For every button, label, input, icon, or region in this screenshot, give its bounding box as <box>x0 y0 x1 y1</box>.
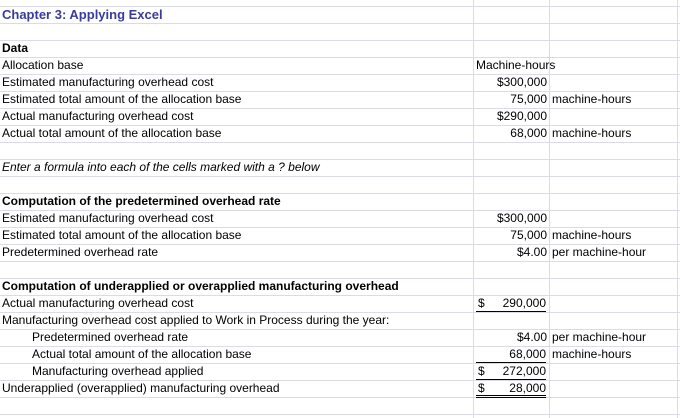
instruction-text: Enter a formula into each of the cells m… <box>2 160 320 174</box>
cell-unit: machine-hours <box>552 92 632 106</box>
section-header-predetermined: Computation of the predetermined overhea… <box>2 194 281 208</box>
row-label: Allocation base <box>2 58 84 72</box>
gridline <box>0 23 680 24</box>
row-label: Estimated total amount of the allocation… <box>2 228 242 242</box>
row-label: Manufacturing overhead cost applied to W… <box>2 313 390 327</box>
section-header-applied: Computation of underapplied or overappli… <box>2 279 399 293</box>
cell-value[interactable]: $300,000 <box>474 74 547 91</box>
row-label: Estimated manufacturing overhead cost <box>2 211 214 225</box>
cell-amount: 272,000 <box>502 364 546 378</box>
cell-unit: machine-hours <box>552 126 632 140</box>
cell-value[interactable]: 75,000 <box>474 91 547 108</box>
row-label: Manufacturing overhead applied <box>32 364 204 378</box>
cell-value[interactable]: 68,000 <box>476 346 546 363</box>
cell-value[interactable]: $ 28,000 <box>476 380 546 398</box>
row-label: Predetermined overhead rate <box>32 330 189 344</box>
cell-amount: 28,000 <box>509 381 546 395</box>
cell-unit: machine-hours <box>552 228 632 242</box>
row-label: Predetermined overhead rate <box>2 245 159 259</box>
currency-sign: $ <box>478 296 485 310</box>
cell-amount: 290,000 <box>502 296 546 310</box>
gridline <box>473 0 474 418</box>
cell-value[interactable]: $300,000 <box>474 210 547 227</box>
gridline <box>0 40 680 41</box>
row-label: Actual manufacturing overhead cost <box>2 296 194 310</box>
spreadsheet: Chapter 3: Applying Excel Data Allocatio… <box>0 0 680 418</box>
cell-value[interactable]: $290,000 <box>474 108 547 125</box>
cell-value[interactable]: 75,000 <box>474 227 547 244</box>
row-label: Actual manufacturing overhead cost <box>2 109 194 123</box>
row-label: Estimated total amount of the allocation… <box>2 92 242 106</box>
gridline <box>0 261 680 262</box>
sheet-title: Chapter 3: Applying Excel <box>2 7 163 22</box>
data-header: Data <box>2 41 29 55</box>
row-label: Estimated manufacturing overhead cost <box>2 75 214 89</box>
currency-sign: $ <box>478 381 485 395</box>
row-label: Underapplied (overapplied) manufacturing… <box>2 381 280 395</box>
gridline <box>0 414 680 415</box>
gridline <box>677 0 678 418</box>
row-label: Actual total amount of the allocation ba… <box>2 126 222 140</box>
cell-value[interactable]: $4.00 <box>474 244 547 261</box>
gridline <box>0 57 680 58</box>
cell-value[interactable]: $4.00 <box>474 329 547 346</box>
cell-unit: per machine-hour <box>552 330 647 344</box>
cell-value[interactable]: $ 272,000 <box>476 363 546 380</box>
cell-unit: machine-hours <box>552 347 632 361</box>
gridline <box>0 142 680 143</box>
currency-sign: $ <box>478 364 485 378</box>
cell-value[interactable]: $ 290,000 <box>476 295 546 312</box>
cell-unit: per machine-hour <box>552 245 647 259</box>
gridline <box>0 397 680 398</box>
row-label: Actual total amount of the allocation ba… <box>32 347 252 361</box>
gridline <box>0 176 680 177</box>
cell-value[interactable]: Machine-hours <box>476 57 555 74</box>
cell-value[interactable]: 68,000 <box>474 125 547 142</box>
